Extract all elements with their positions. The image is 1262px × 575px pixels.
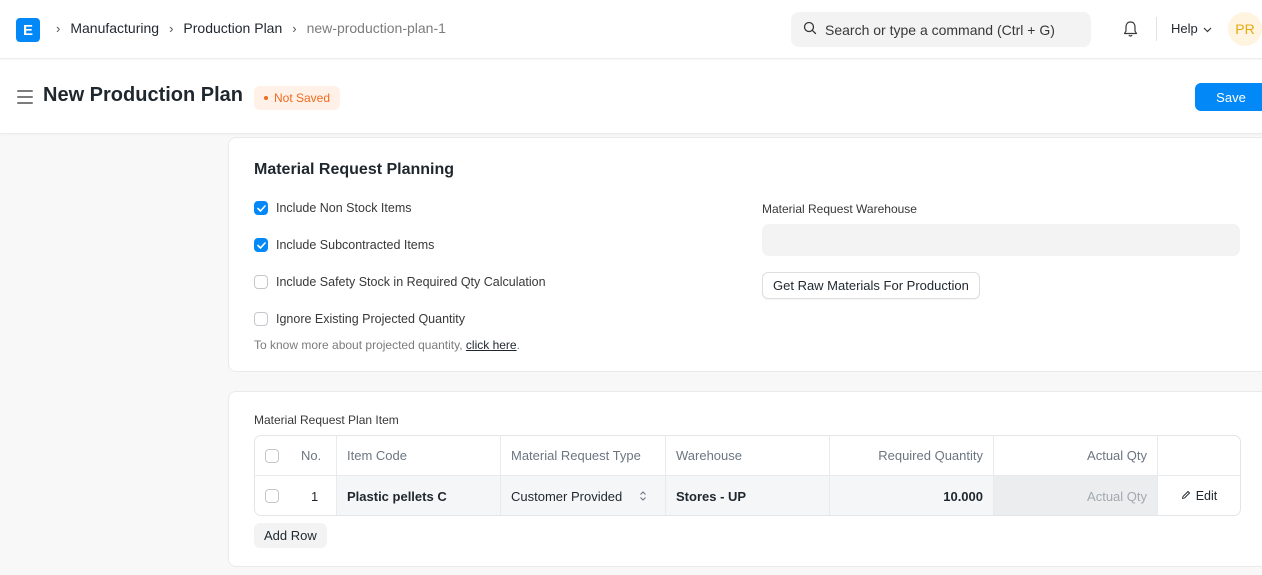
- checkbox-label: Include Safety Stock in Required Qty Cal…: [276, 275, 546, 289]
- column-header-actions: [1158, 436, 1240, 475]
- help-dropdown[interactable]: Help: [1171, 21, 1212, 36]
- chevron-down-icon: [1198, 21, 1212, 36]
- table-row[interactable]: 1 Plastic pellets C Customer Provided St…: [255, 476, 1240, 515]
- include-subcontracted-items-checkbox[interactable]: Include Subcontracted Items: [254, 238, 434, 252]
- edit-row-button[interactable]: Edit: [1158, 476, 1240, 515]
- chevron-right-icon: ›: [169, 20, 174, 36]
- user-avatar[interactable]: PR: [1228, 12, 1262, 46]
- select-arrows-icon: [639, 490, 647, 502]
- app-logo[interactable]: E: [16, 18, 40, 42]
- status-badge: Not Saved: [254, 86, 341, 110]
- column-header-actual-qty: Actual Qty: [994, 436, 1158, 475]
- material-request-type-select[interactable]: Customer Provided: [501, 476, 666, 515]
- add-row-button[interactable]: Add Row: [254, 523, 327, 548]
- breadcrumb-production-plan[interactable]: Production Plan: [183, 20, 282, 36]
- material-request-plan-item-section: Material Request Plan Item No. Item Code…: [228, 391, 1262, 567]
- checkbox-label: Include Non Stock Items: [276, 201, 412, 215]
- sidebar-toggle-icon[interactable]: [17, 90, 33, 108]
- status-badge-label: Not Saved: [274, 91, 331, 105]
- navbar-divider: [1156, 17, 1157, 41]
- checkbox-checked-icon[interactable]: [254, 201, 268, 215]
- column-header-no: No.: [301, 448, 322, 463]
- select-all-checkbox[interactable]: [265, 448, 279, 463]
- search-bar[interactable]: Search or type a command (Ctrl + G): [791, 12, 1091, 47]
- include-non-stock-items-checkbox[interactable]: Include Non Stock Items: [254, 201, 411, 215]
- page-title: New Production Plan: [43, 84, 244, 106]
- edit-link[interactable]: Edit: [1181, 489, 1218, 503]
- checkbox-label: Include Subcontracted Items: [276, 238, 435, 252]
- search-icon: [803, 21, 825, 38]
- save-button[interactable]: Save: [1195, 83, 1262, 111]
- checkbox-label: Ignore Existing Projected Quantity: [276, 312, 465, 326]
- help-text: To know more about projected quantity,: [254, 338, 466, 352]
- column-header-item-code: Item Code: [337, 436, 501, 475]
- actual-qty-cell: Actual Qty: [994, 476, 1158, 515]
- required-quantity-cell[interactable]: 10.000: [830, 476, 994, 515]
- warehouse-cell[interactable]: Stores - UP: [666, 476, 830, 515]
- breadcrumb-manufacturing[interactable]: Manufacturing: [70, 20, 159, 36]
- page-header: New Production Plan Not Saved Save: [0, 60, 1262, 134]
- table-label: Material Request Plan Item: [254, 413, 399, 427]
- row-number: 1: [311, 488, 319, 504]
- item-code-cell[interactable]: Plastic pellets C: [337, 476, 501, 515]
- chevron-right-icon: ›: [292, 20, 297, 36]
- column-header-required-quantity: Required Quantity: [830, 436, 994, 475]
- logo-letter: E: [22, 21, 33, 39]
- table-header-row: No. Item Code Material Request Type Ware…: [255, 436, 1240, 476]
- material-request-warehouse-label: Material Request Warehouse: [762, 202, 917, 216]
- checkbox-checked-icon[interactable]: [254, 238, 268, 252]
- help-suffix: .: [516, 338, 520, 352]
- material-request-warehouse-input[interactable]: [762, 224, 1240, 256]
- row-checkbox[interactable]: [265, 489, 279, 503]
- pencil-icon: [1181, 489, 1196, 503]
- include-safety-stock-checkbox[interactable]: Include Safety Stock in Required Qty Cal…: [254, 275, 546, 289]
- material-request-planning-section: Material Request Planning Include Non St…: [228, 137, 1262, 372]
- navbar: E › Manufacturing › Production Plan › ne…: [0, 0, 1262, 59]
- projected-qty-help-text: To know more about projected quantity, c…: [254, 338, 520, 352]
- chevron-right-icon: ›: [56, 20, 61, 36]
- checkbox-unchecked-icon[interactable]: [254, 275, 268, 289]
- breadcrumb-current: new-production-plan-1: [306, 20, 446, 36]
- help-label: Help: [1171, 21, 1198, 36]
- notification-bell-icon[interactable]: [1122, 20, 1139, 41]
- ignore-existing-projected-qty-checkbox[interactable]: Ignore Existing Projected Quantity: [254, 312, 465, 326]
- status-dot-icon: [264, 96, 268, 100]
- get-raw-materials-button[interactable]: Get Raw Materials For Production: [762, 272, 980, 299]
- edit-label: Edit: [1195, 489, 1218, 503]
- material-request-type-value: Customer Provided: [511, 488, 623, 504]
- column-header-warehouse: Warehouse: [666, 436, 830, 475]
- row-select-cell: 1: [255, 476, 337, 515]
- breadcrumb: › Manufacturing › Production Plan › new-…: [52, 20, 446, 36]
- header-select-cell: No.: [255, 436, 337, 475]
- click-here-link[interactable]: click here: [466, 338, 517, 352]
- section-title: Material Request Planning: [254, 161, 455, 178]
- plan-items-table: No. Item Code Material Request Type Ware…: [254, 435, 1241, 516]
- avatar-initials: PR: [1235, 21, 1255, 37]
- column-header-material-request-type: Material Request Type: [501, 436, 666, 475]
- checkbox-unchecked-icon[interactable]: [254, 312, 268, 326]
- search-placeholder: Search or type a command (Ctrl + G): [825, 21, 1055, 38]
